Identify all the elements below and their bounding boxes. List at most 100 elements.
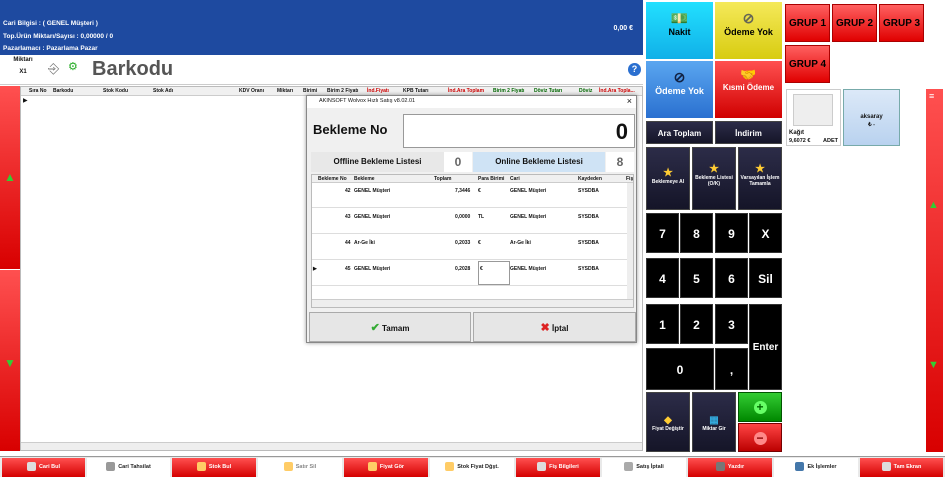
key-2[interactable]: 2 [680, 304, 713, 344]
col-birim2: Birim 2 Fiyatı [327, 88, 359, 94]
group-3-button[interactable]: GRUP 3 [879, 4, 924, 42]
row-no: 43 [345, 214, 351, 220]
hold-button[interactable]: ★ Beklemeye Al [646, 147, 690, 210]
change-stock-price-button[interactable]: Stok Fiyat Dğşt. [430, 458, 514, 477]
fullscreen-icon [881, 462, 891, 472]
view-price-button[interactable]: Fiyat Gör [344, 458, 428, 477]
hold-number-input[interactable]: 0 [403, 114, 635, 148]
close-icon[interactable]: × [627, 96, 632, 106]
cash-button[interactable]: 💵 Nakit [646, 2, 713, 59]
horizontal-scrollbar[interactable] [21, 442, 642, 450]
hold-list-button[interactable]: ★ Bekleme Listesi (O/K) [692, 147, 736, 210]
extra-actions-button[interactable]: Ek İşlemler [774, 458, 858, 477]
hold-icon: ★ [663, 167, 673, 179]
row-no: 45 [345, 266, 351, 272]
row-currency: TL [478, 214, 485, 220]
list-icon: ★ [709, 163, 719, 175]
settings-toggle-icon[interactable]: ⚙ [68, 60, 86, 78]
decrease-button[interactable]: − [738, 423, 782, 452]
product-kagit[interactable]: Kağıt 9,6072 € ADET [786, 89, 841, 146]
price-change-button[interactable]: ◆ Fiyat Değiştir [646, 392, 690, 452]
tab-offline[interactable]: Offline Bekleme Listesi [311, 152, 444, 172]
col-para-birimi: Para Birimi [478, 176, 505, 182]
key-6[interactable]: 6 [715, 258, 748, 298]
group-4-button[interactable]: GRUP 4 [785, 45, 830, 83]
group-2-button[interactable]: GRUP 2 [832, 4, 877, 42]
scroll-up-button[interactable]: ▲ [0, 86, 20, 269]
partial-payment-button[interactable]: 🤝 Kısmi Ödeme [715, 61, 782, 118]
no-payment-top-button[interactable]: ⊘ Ödeme Yok [715, 2, 782, 59]
quantity-enter-label: Miktar Gir [702, 426, 726, 432]
key-0[interactable]: 0 [646, 348, 714, 390]
menu-icon: ≡ [929, 91, 935, 101]
no-payment-button[interactable]: ⊘ Ödeme Yok [646, 61, 713, 118]
minus-icon: − [753, 432, 767, 445]
key-5[interactable]: 5 [680, 258, 713, 298]
help-icon[interactable]: ? [628, 63, 641, 76]
cancel-sale-button[interactable]: Satış İptali [602, 458, 686, 477]
full-screen-button[interactable]: Tam Ekran [860, 458, 943, 477]
key-comma[interactable]: , [715, 348, 748, 390]
btn-label: Satır Sil [295, 464, 317, 470]
find-stock-button[interactable]: Stok Bul [172, 458, 256, 477]
print-button[interactable]: Yazdır [688, 458, 772, 477]
arrow-up-icon: ▲ [928, 199, 939, 211]
hold-row[interactable]: 44 Ar-Ge İki 0,2033 € Ar-Ge İki SYSDBA [312, 235, 630, 260]
delete-row-button[interactable]: Satır Sil [258, 458, 342, 477]
customer-collection-button[interactable]: Cari Tahsilat [87, 458, 170, 477]
key-enter[interactable]: Enter [749, 304, 782, 390]
row-total: 0,2028 [455, 266, 471, 272]
row-currency: € [478, 188, 481, 194]
product-name: Kağıt [789, 130, 804, 136]
col-doviz: Döviz [579, 88, 593, 94]
btn-label: Yazdır [727, 464, 745, 470]
default-complete-button[interactable]: ★ Varsayılan İşlem Tamamla [738, 147, 782, 210]
product-price: ₺ - [868, 122, 875, 128]
arrow-down-icon: ▼ [928, 359, 939, 371]
hold-list[interactable]: Bekleme No Bekleme Toplam Para Birimi Ca… [311, 174, 634, 308]
find-customer-button[interactable]: Cari Bul [2, 458, 85, 477]
hold-row[interactable]: 43 GENEL Müşteri 0,0000 TL GENEL Müşteri… [312, 209, 630, 234]
hold-row[interactable]: 42 GENEL Müşteri 7,3446 € GENEL Müşteri … [312, 183, 630, 208]
horizontal-scrollbar[interactable] [312, 299, 633, 307]
scroll-down-button[interactable]: ▼ [0, 270, 20, 451]
row-pointer-icon: ▶ [313, 266, 317, 272]
key-8[interactable]: 8 [680, 213, 713, 253]
product-scrollbar[interactable]: ≡ ▲ ▼ [926, 89, 943, 452]
tab-online[interactable]: Online Bekleme Listesi [473, 152, 605, 172]
key-delete[interactable]: Sil [749, 258, 782, 298]
discount-button[interactable]: İndirim [715, 121, 782, 144]
cancel-button[interactable]: ✖ İptal [473, 312, 636, 342]
partial-payment-label: Kısmi Ödeme [722, 83, 775, 92]
vertical-scrollbar[interactable] [627, 183, 633, 299]
hold-row[interactable]: ▶ 45 GENEL Müşteri 0,2028 € GENEL Müşter… [312, 261, 630, 286]
receipt-info-button[interactable]: Fiş Bilgileri [516, 458, 600, 477]
offline-count: 0 [444, 152, 472, 172]
row-total: 7,3446 [455, 188, 471, 194]
key-3[interactable]: 3 [715, 304, 748, 344]
key-1[interactable]: 1 [646, 304, 679, 344]
key-4[interactable]: 4 [646, 258, 679, 298]
quantity-enter-button[interactable]: ▦ Miktar Gir [692, 392, 736, 452]
product-aksaray[interactable]: aksaray ₺ - [843, 89, 900, 146]
scanner-icon[interactable]: ⎆ [48, 60, 59, 78]
tools-icon [795, 462, 805, 472]
col-bekleme-no: Bekleme No [318, 176, 347, 182]
key-multiply[interactable]: X [749, 213, 782, 253]
group-1-button[interactable]: GRUP 1 [785, 4, 830, 42]
key-7[interactable]: 7 [646, 213, 679, 253]
key-9[interactable]: 9 [715, 213, 748, 253]
row-currency[interactable]: € [478, 261, 510, 285]
price-icon: ◆ [664, 415, 672, 426]
btn-label: Fiyat Gör [379, 464, 405, 470]
check-icon: ✔ [370, 322, 380, 334]
col-ind-ara: İnd.Ara Toplam [448, 88, 485, 94]
hold-dialog: AKINSOFT Wolvox Hızlı Satış v8.02.01 × B… [306, 95, 637, 343]
increase-button[interactable]: + [738, 392, 782, 422]
box-icon [196, 462, 206, 472]
subtotal-button[interactable]: Ara Toplam [646, 121, 713, 144]
ok-button[interactable]: ✔ Tamam [309, 312, 471, 342]
row-cari: GENEL Müşteri [510, 266, 547, 272]
quantity-value: X1 [19, 69, 27, 75]
quantity-box[interactable]: Miktarı X1 [4, 57, 42, 75]
